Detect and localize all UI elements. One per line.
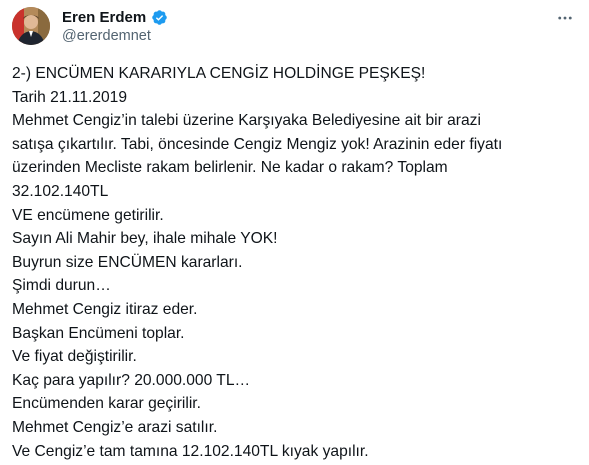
author-handle[interactable]: @ererdemnet (62, 28, 151, 44)
tweet-line: Buyrun size ENCÜMEN kararları. (12, 253, 243, 271)
tweet-line: 2-) ENCÜMEN KARARIYLA CENGİZ HOLDİNGE PE… (12, 65, 426, 82)
tweet-line: Mehmet Cengiz’e arazi satılır. (12, 418, 218, 436)
tweet-line: VE encümene getirilir. (12, 206, 164, 224)
more-horizontal-icon (556, 9, 574, 32)
author-display-name[interactable]: Eren Erdem (62, 9, 146, 26)
more-options-button[interactable] (555, 10, 575, 30)
tweet-line: 32.102.140TL (12, 182, 109, 200)
tweet-text: 2-) ENCÜMEN KARARIYLA CENGİZ HOLDİNGE PE… (12, 62, 578, 463)
tweet-line: Encümenden karar geçirilir. (12, 395, 201, 413)
profile-photo (12, 7, 50, 45)
author-name-row: Eren Erdem (62, 7, 168, 27)
avatar[interactable] (12, 7, 50, 45)
tweet-line: Mehmet Cengiz itiraz eder. (12, 300, 198, 318)
tweet-line: Ve Cengiz’e tam tamına 12.102.140TL kıya… (12, 442, 369, 460)
verified-badge-icon (151, 9, 168, 26)
tweet-line: Şimdi durun… (12, 277, 111, 295)
tweet-line: Sayın Ali Mahir bey, ihale mihale YOK! (12, 230, 278, 248)
tweet-line: Başkan Encümeni toplar. (12, 324, 185, 342)
tweet-line: Tarih 21.11.2019 (12, 88, 128, 106)
tweet-line: Ve fiyat değiştirilir. (12, 348, 137, 366)
tweet-line: Kaç para yapılır? 20.000.000 TL… (12, 371, 251, 389)
tweet-card: Eren Erdem @ererdemnet 2-) ENCÜMEN KARAR… (0, 0, 589, 465)
tweet-line: Mehmet Cengiz’in talebi üzerine Karşıyak… (12, 112, 481, 130)
tweet-line: üzerinden Mecliste rakam belirlenir. Ne … (12, 159, 448, 177)
tweet-line: satışa çıkartılır. Tabi, öncesinde Cengi… (12, 135, 503, 153)
